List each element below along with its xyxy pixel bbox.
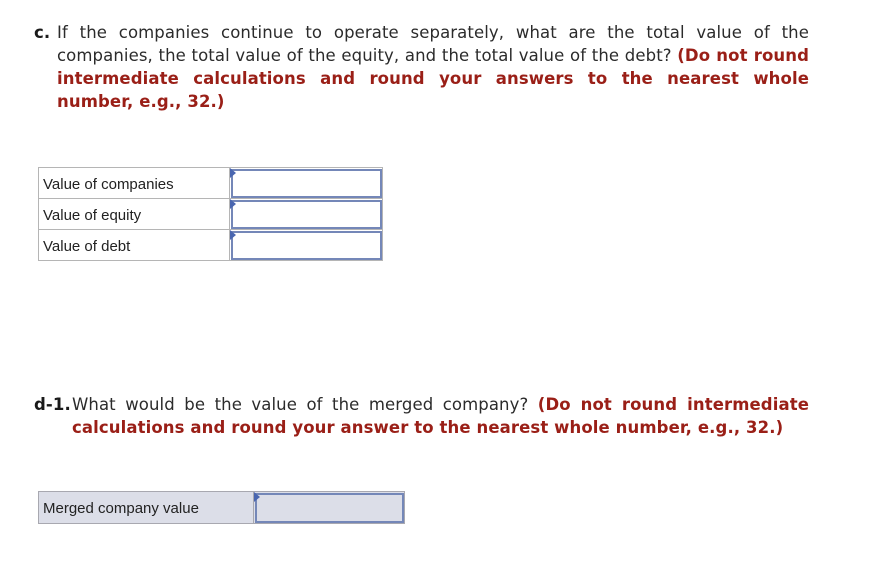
answer-cell	[229, 198, 383, 230]
table-row: Value of companies	[38, 167, 383, 199]
value-of-debt-input-box	[231, 231, 382, 260]
table-row: Value of equity	[38, 198, 383, 230]
question-d1-body: What would be the value of the merged co…	[72, 393, 809, 439]
row-label-value-of-debt: Value of debt	[38, 229, 230, 261]
merged-company-value-input[interactable]	[257, 495, 402, 521]
table-row: Merged company value	[38, 491, 405, 524]
row-label-value-of-companies: Value of companies	[38, 167, 230, 199]
question-c-label: c.	[34, 23, 51, 42]
flag-icon	[230, 230, 236, 240]
question-c-body: If the companies continue to operate sep…	[57, 21, 809, 113]
flag-icon	[254, 492, 260, 502]
row-label-merged-company-value: Merged company value	[38, 491, 254, 524]
question-d1: d-1. What would be the value of the merg…	[34, 393, 809, 439]
value-of-companies-input[interactable]	[233, 171, 380, 196]
answer-cell	[229, 229, 383, 261]
answer-table-c: Value of companies Value of equity Value…	[38, 167, 383, 261]
question-d1-label: d-1.	[34, 395, 71, 414]
value-of-equity-input[interactable]	[233, 202, 380, 227]
flag-icon	[230, 199, 236, 209]
row-label-value-of-equity: Value of equity	[38, 198, 230, 230]
value-of-equity-input-box	[231, 200, 382, 229]
value-of-debt-input[interactable]	[233, 233, 380, 258]
answer-cell	[253, 491, 405, 524]
answer-cell	[229, 167, 383, 199]
value-of-companies-input-box	[231, 169, 382, 198]
question-d1-text: What would be the value of the merged co…	[72, 395, 538, 414]
question-c: c. If the companies continue to operate …	[34, 21, 809, 113]
merged-company-value-input-box	[255, 493, 404, 523]
table-row: Value of debt	[38, 229, 383, 261]
flag-icon	[230, 168, 236, 178]
answer-table-d1: Merged company value	[38, 491, 405, 524]
